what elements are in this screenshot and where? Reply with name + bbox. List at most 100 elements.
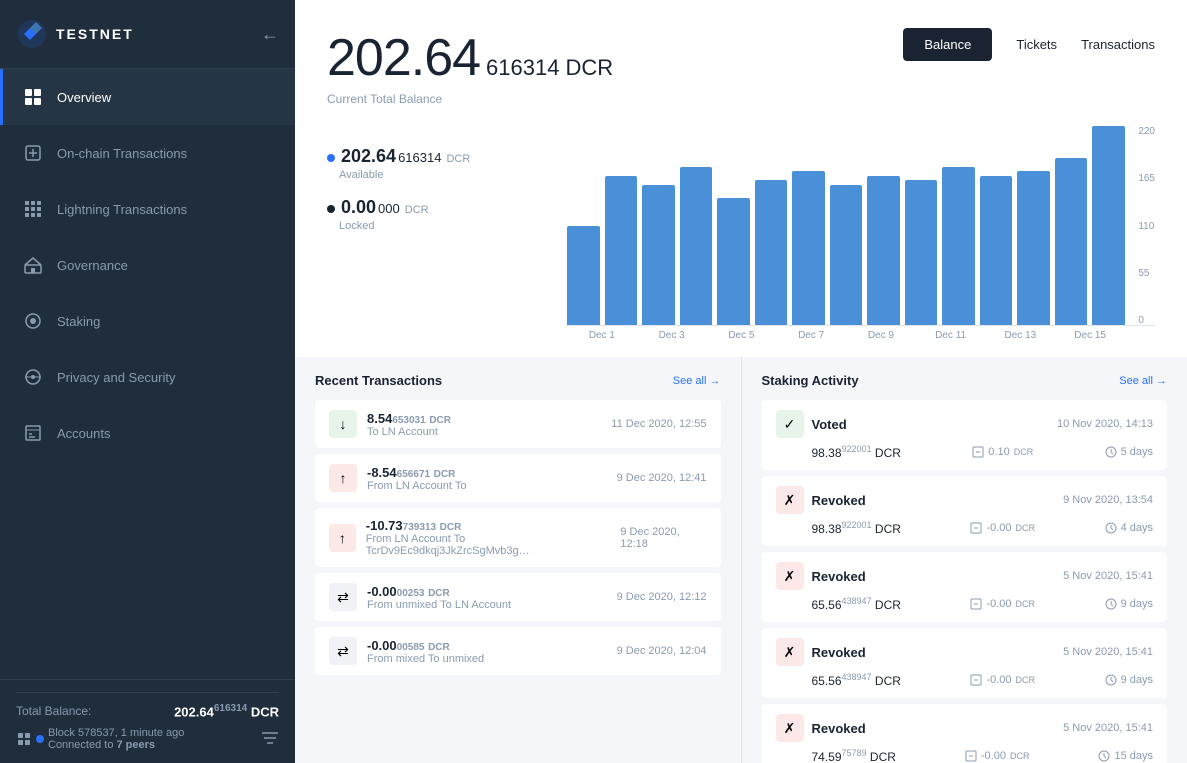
footer-divider (16, 692, 279, 693)
back-button[interactable]: ← (261, 24, 279, 45)
available-dot (327, 154, 335, 162)
tx-icon-2: ↑ (329, 524, 356, 552)
chart-section: 202.64 616314 DCR Available 0.00 000 DCR… (295, 126, 1187, 341)
stake-type: Revoked (812, 569, 866, 584)
stake-reward: -0.00DCR (970, 522, 1035, 534)
y-label: 110 (1138, 221, 1155, 232)
y-axis: 220165110550 (1138, 126, 1155, 326)
balance-decimal: 616314 (486, 55, 559, 81)
sidebar-item-overview[interactable]: Overview (0, 69, 295, 125)
on-chain-icon (23, 143, 43, 163)
transactions-see-all[interactable]: See all → (673, 375, 721, 387)
sidebar-item-privacy[interactable]: Privacy and Security (0, 349, 295, 405)
stake-icon-1: ✗ (776, 486, 804, 514)
tab-balance[interactable]: Balance (903, 28, 992, 61)
tx-icon-4: ⇄ (329, 637, 357, 665)
chart-bar (830, 185, 863, 325)
table-row[interactable]: ⇄ -0.0000585 DCR From mixed To unmixed 9… (315, 627, 721, 675)
balance-main: 202.64 (327, 28, 480, 88)
sidebar-item-label-staking: Staking (57, 314, 100, 329)
stake-icon-0: ✓ (776, 410, 804, 438)
sidebar-item-label-governance: Governance (57, 258, 128, 273)
x-label: Dec 5 (707, 330, 777, 341)
staking-header: Staking Activity See all → (762, 373, 1168, 388)
x-label: Dec 11 (916, 330, 986, 341)
tx-icon-1: ↑ (329, 464, 357, 492)
sidebar-item-staking[interactable]: Staking (0, 293, 295, 349)
list-item[interactable]: ✗ Revoked 9 Nov 2020, 13:54 98.38922001 … (762, 476, 1168, 546)
total-balance-row: Total Balance: 202.64616314 DCR (16, 703, 279, 719)
stake-type: Revoked (812, 645, 866, 660)
stake-icon-4: ✗ (776, 714, 804, 742)
stake-days: 15 days (1098, 750, 1153, 762)
stake-amount: 74.5975789 DCR (812, 748, 896, 763)
locked-balance-amount: 0.00 000 DCR (327, 197, 527, 218)
list-item[interactable]: ✓ Voted 10 Nov 2020, 14:13 98.38922001 D… (762, 400, 1168, 470)
tab-transactions[interactable]: Transactions (1081, 37, 1155, 52)
staking-see-all[interactable]: See all → (1119, 375, 1167, 387)
tab-tickets[interactable]: Tickets (1016, 37, 1057, 52)
lightning-icon (23, 199, 43, 219)
table-row[interactable]: ↑ -10.73739313 DCR From LN Account To Tc… (315, 508, 721, 567)
overview-icon (23, 87, 43, 107)
chart-bar (867, 176, 900, 325)
list-item[interactable]: ✗ Revoked 5 Nov 2020, 15:41 65.56438947 … (762, 552, 1168, 622)
balance-currency: DCR (565, 55, 613, 81)
table-row[interactable]: ⇄ -0.0000253 DCR From unmixed To LN Acco… (315, 573, 721, 621)
total-balance-value: 202.64616314 DCR (174, 703, 279, 719)
chart-bar (567, 226, 600, 326)
stake-amount: 98.38922001 DCR (812, 444, 901, 460)
tx-date: 9 Dec 2020, 12:12 (617, 591, 707, 603)
total-balance-main: 202.64 (174, 704, 214, 719)
list-item[interactable]: ✗ Revoked 5 Nov 2020, 15:41 65.56438947 … (762, 628, 1168, 698)
governance-icon (23, 255, 43, 275)
chart-bar (755, 180, 788, 325)
chart-area: 220165110550 (567, 126, 1155, 326)
stake-amount: 65.56438947 DCR (812, 596, 901, 612)
locked-dot (327, 205, 335, 213)
transactions-panel: Recent Transactions See all → ↓ 8.546530… (295, 357, 741, 763)
main-content: 202.64 616314 DCR Current Total Balance … (295, 0, 1187, 763)
available-label: Available (327, 169, 527, 181)
stake-date: 10 Nov 2020, 14:13 (1057, 418, 1153, 430)
tx-date: 11 Dec 2020, 12:55 (611, 418, 706, 430)
stake-days: 9 days (1105, 598, 1153, 610)
sidebar-header: TESTNET ← (0, 0, 295, 69)
sidebar-nav: Overview On-chain Transactions Lightning… (0, 69, 295, 679)
table-row[interactable]: ↑ -8.54656671 DCR From LN Account To 9 D… (315, 454, 721, 502)
stake-type: Revoked (812, 493, 866, 508)
stake-date: 5 Nov 2020, 15:41 (1063, 646, 1153, 658)
block-info: Block 578537, 1 minute ago Connected to … (16, 727, 184, 751)
filter-icon[interactable] (261, 731, 279, 748)
transactions-title: Recent Transactions (315, 373, 442, 388)
sidebar-item-label-privacy: Privacy and Security (57, 370, 176, 385)
total-balance-dec: 616314 (214, 703, 247, 714)
locked-label: Locked (327, 220, 527, 232)
stake-reward: -0.00DCR (965, 750, 1030, 762)
sidebar-item-on-chain[interactable]: On-chain Transactions (0, 125, 295, 181)
table-row[interactable]: ↓ 8.54653031 DCR To LN Account 11 Dec 20… (315, 400, 721, 448)
tx-amount: -0.0000253 DCR (367, 584, 511, 599)
available-main: 202.64 (341, 146, 396, 167)
chart-bar (717, 198, 750, 325)
chart-bar (642, 185, 675, 325)
sidebar-item-label-overview: Overview (57, 90, 111, 105)
tx-date: 9 Dec 2020, 12:41 (617, 472, 707, 484)
x-label: Dec 15 (1055, 330, 1125, 341)
sidebar-item-governance[interactable]: Governance (0, 237, 295, 293)
chart-bar (1055, 158, 1088, 325)
sidebar-item-lightning[interactable]: Lightning Transactions (0, 181, 295, 237)
stake-amount: 65.56438947 DCR (812, 672, 901, 688)
privacy-icon (23, 367, 43, 387)
sidebar-item-accounts[interactable]: Accounts (0, 405, 295, 461)
logo: TESTNET (16, 18, 134, 50)
available-balance-item: 202.64 616314 DCR Available (327, 146, 527, 181)
list-item[interactable]: ✗ Revoked 5 Nov 2020, 15:41 74.5975789 D… (762, 704, 1168, 763)
tx-sub: From LN Account To TcrDv9Ec9dkqj3JkZrcSg… (366, 533, 621, 557)
total-balance-label: Total Balance: (16, 704, 91, 718)
sidebar-item-label-onchain: On-chain Transactions (57, 146, 187, 161)
chart-bar (605, 176, 638, 325)
stake-reward: 0.10DCR (972, 446, 1033, 458)
y-label: 55 (1138, 268, 1155, 279)
staking-title: Staking Activity (762, 373, 859, 388)
